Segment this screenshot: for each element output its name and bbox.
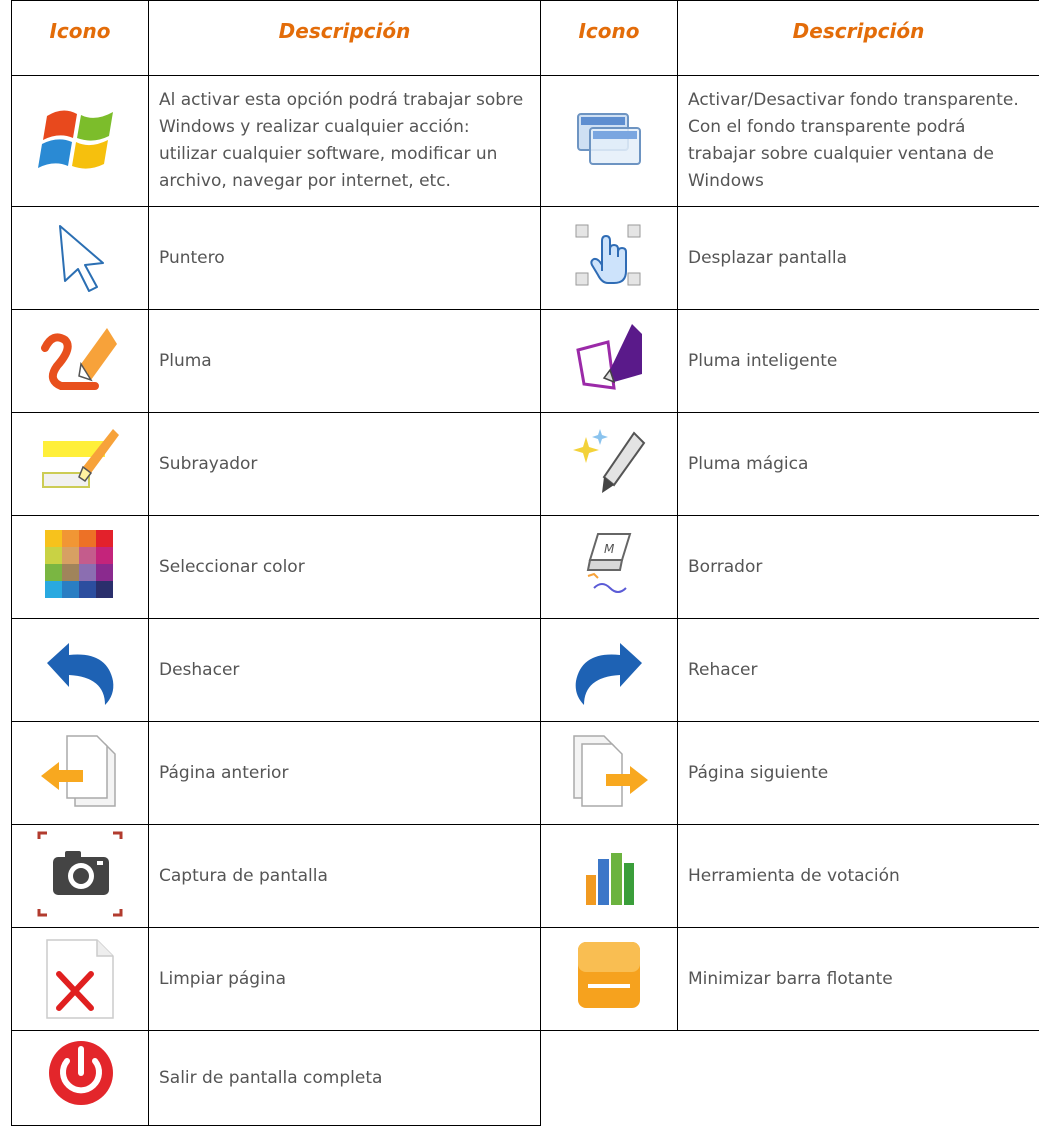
description: Activar/Desactivar fondo transparente. C…	[677, 75, 1039, 207]
smart-pen-icon	[564, 314, 654, 404]
description: Borrador	[677, 515, 1039, 619]
description: Pluma inteligente	[677, 309, 1039, 413]
description: Subrayador	[148, 412, 541, 516]
table-row: Subrayador Pluma mágica	[11, 412, 1039, 516]
undo-icon	[35, 623, 125, 713]
previous-page-icon	[35, 726, 125, 816]
table-row: Seleccionar color M Borrador	[11, 515, 1039, 619]
empty-cell	[678, 1031, 1039, 1126]
description: Deshacer	[148, 618, 541, 722]
description: Seleccionar color	[148, 515, 541, 619]
table-row: Pluma Pluma inteligente	[11, 309, 1039, 413]
clear-page-icon	[35, 932, 125, 1022]
description: Salir de pantalla completa	[148, 1030, 541, 1126]
header-description-1: Descripción	[148, 0, 541, 76]
header-icon-2: Icono	[540, 0, 678, 76]
pen-icon	[35, 314, 125, 404]
color-palette-icon	[35, 520, 125, 610]
highlighter-icon	[35, 417, 125, 507]
description: Al activar esta opción podrá trabajar so…	[148, 75, 541, 207]
description: Rehacer	[677, 618, 1039, 722]
table-row: Captura de pantalla Herramienta de votac…	[11, 824, 1039, 928]
header-description-2: Descripción	[677, 0, 1039, 76]
table-row: Al activar esta opción podrá trabajar so…	[11, 75, 1039, 207]
camera-icon	[35, 829, 125, 919]
table-row: Página anterior Página siguiente	[11, 721, 1039, 825]
transparent-background-icon	[564, 94, 654, 184]
table-row: Puntero Desplazar pantalla	[11, 206, 1039, 310]
eraser-icon: M	[564, 520, 654, 610]
minimize-icon	[564, 932, 654, 1022]
magic-pen-icon	[564, 417, 654, 507]
description: Pluma mágica	[677, 412, 1039, 516]
table-row: Salir de pantalla completa	[11, 1030, 1039, 1126]
table-row: Deshacer Rehacer	[11, 618, 1039, 722]
description: Pluma	[148, 309, 541, 413]
description: Puntero	[148, 206, 541, 310]
header-row: Icono Descripción Icono Descripción	[11, 0, 1039, 76]
header-icon-1: Icono	[11, 0, 149, 76]
icon-description-table: Icono Descripción Icono Descripción Al a…	[11, 0, 1039, 1126]
description: Página siguiente	[677, 721, 1039, 825]
description: Página anterior	[148, 721, 541, 825]
description: Limpiar página	[148, 927, 541, 1031]
svg-text:M: M	[604, 542, 615, 556]
redo-icon	[564, 623, 654, 713]
power-icon	[35, 1031, 125, 1121]
description: Herramienta de votación	[677, 824, 1039, 928]
empty-cell	[541, 1031, 678, 1126]
pointer-icon	[35, 211, 125, 301]
pan-hand-icon	[564, 211, 654, 301]
description: Desplazar pantalla	[677, 206, 1039, 310]
windows-logo-icon	[35, 94, 125, 184]
next-page-icon	[564, 726, 654, 816]
table-row: Limpiar página Minimizar barra flotante	[11, 927, 1039, 1031]
description: Captura de pantalla	[148, 824, 541, 928]
bar-chart-icon	[564, 829, 654, 919]
description: Minimizar barra flotante	[677, 927, 1039, 1031]
